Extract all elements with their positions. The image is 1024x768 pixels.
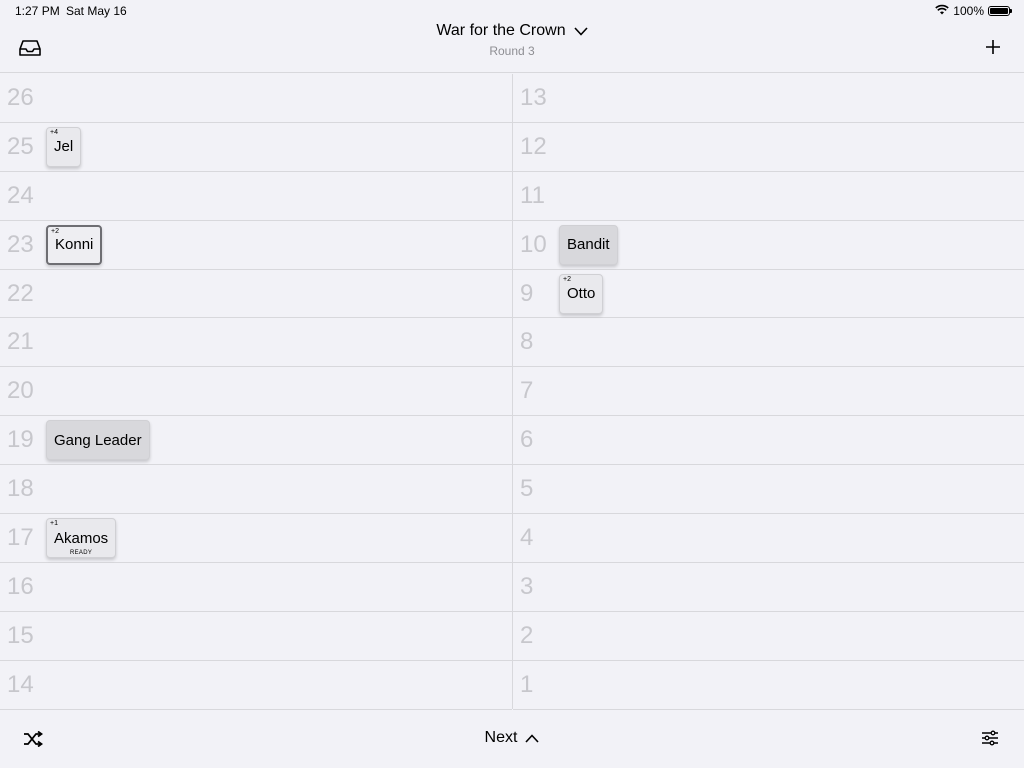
initiative-column-left: 26 25 +4 Jel 24 23 +2 Konni 22 21 20 19 Gang Leader 1… — [0, 74, 512, 710]
next-button[interactable]: Next — [485, 729, 540, 747]
status-right: 100% — [935, 4, 1012, 18]
initiative-row[interactable]: 2 — [513, 612, 1024, 661]
initiative-number: 3 — [520, 572, 534, 600]
initiative-row[interactable]: 9 +2 Otto — [513, 270, 1024, 319]
initiative-row[interactable]: 1 — [513, 661, 1024, 710]
combatant-chip[interactable]: +1 Akamos READY — [46, 518, 117, 559]
initiative-number: 21 — [7, 328, 34, 356]
initiative-row[interactable]: 22 — [0, 270, 512, 319]
encounter-title-button[interactable]: War for the Crown — [0, 22, 1024, 40]
combatant-chip[interactable]: +2 Otto — [559, 273, 604, 314]
initiative-row[interactable]: 8 — [513, 318, 1024, 368]
wifi-icon — [935, 4, 950, 18]
initiative-row[interactable]: 16 — [0, 563, 512, 612]
initiative-row[interactable]: 6 — [513, 416, 1024, 466]
combatant-chip[interactable]: Gang Leader — [46, 420, 150, 461]
initiative-number: 20 — [7, 377, 34, 405]
initiative-number: 25 — [7, 132, 34, 160]
initiative-number: 5 — [520, 475, 534, 503]
initiative-modifier: +2 — [563, 275, 571, 283]
initiative-row[interactable]: 13 — [513, 74, 1024, 123]
battery-icon — [988, 6, 1012, 16]
combatant-status: READY — [70, 550, 93, 557]
initiative-row[interactable]: 24 — [0, 172, 512, 221]
settings-button[interactable] — [980, 728, 1000, 748]
initiative-number: 18 — [7, 475, 34, 503]
initiative-number: 14 — [7, 670, 34, 698]
initiative-column-right: 13 12 11 10 Bandit 9 +2 Otto 8 7 6 5 4 3 2 1 — [512, 74, 1024, 710]
initiative-row[interactable]: 23 +2 Konni — [0, 221, 512, 270]
initiative-row[interactable]: 5 — [513, 465, 1024, 515]
initiative-number: 23 — [7, 230, 34, 258]
initiative-row[interactable]: 7 — [513, 367, 1024, 417]
initiative-number: 17 — [7, 524, 34, 552]
initiative-number: 6 — [520, 426, 534, 454]
next-button-wrap: Next — [0, 729, 1024, 747]
bottom-toolbar: Next — [0, 709, 1024, 768]
initiative-row[interactable]: 25 +4 Jel — [0, 123, 512, 172]
initiative-number: 24 — [7, 181, 34, 209]
add-button[interactable] — [982, 36, 1004, 58]
initiative-number: 19 — [7, 426, 34, 454]
navigation-bar: War for the Crown Round 3 — [0, 22, 1024, 73]
next-label: Next — [484, 729, 518, 746]
initiative-grid: 26 25 +4 Jel 24 23 +2 Konni 22 21 20 19 Gang Leader 1… — [0, 74, 1024, 710]
initiative-row[interactable]: 14 — [0, 661, 512, 710]
initiative-number: 10 — [520, 230, 547, 258]
initiative-modifier: +1 — [50, 520, 58, 528]
initiative-number: 9 — [520, 279, 534, 307]
status-time: 1:27 PM — [15, 4, 60, 18]
initiative-row[interactable]: 18 — [0, 465, 512, 515]
initiative-number: 16 — [7, 572, 34, 600]
initiative-row[interactable]: 20 — [0, 367, 512, 417]
combatant-chip[interactable]: +4 Jel — [46, 126, 82, 167]
initiative-row[interactable]: 19 Gang Leader — [0, 416, 512, 466]
initiative-row[interactable]: 10 Bandit — [513, 221, 1024, 270]
sliders-icon — [982, 730, 998, 746]
initiative-number: 13 — [520, 84, 547, 111]
initiative-row[interactable]: 17 +1 Akamos READY — [0, 514, 512, 563]
page-title: War for the Crown — [436, 22, 566, 39]
combatant-name: Bandit — [567, 236, 610, 254]
initiative-row[interactable]: 21 — [0, 318, 512, 368]
combatant-chip[interactable]: +2 Konni — [46, 224, 103, 265]
round-subtitle: Round 3 — [489, 44, 535, 58]
initiative-row[interactable]: 3 — [513, 563, 1024, 612]
combatant-name: Akamos — [54, 529, 109, 547]
initiative-modifier: +4 — [50, 128, 58, 136]
initiative-row[interactable]: 15 — [0, 612, 512, 661]
combatant-chip[interactable]: Bandit — [559, 224, 618, 265]
initiative-number: 1 — [520, 670, 534, 698]
initiative-number: 2 — [520, 621, 534, 649]
initiative-number: 11 — [520, 181, 545, 209]
status-date: Sat May 16 — [66, 4, 127, 18]
initiative-modifier: +2 — [51, 227, 59, 235]
initiative-row[interactable]: 11 — [513, 172, 1024, 221]
initiative-number: 26 — [7, 84, 34, 111]
initiative-number: 7 — [520, 377, 534, 405]
combatant-name: Jel — [54, 138, 74, 156]
plus-icon — [986, 40, 1000, 54]
initiative-row[interactable]: 12 — [513, 123, 1024, 172]
initiative-number: 15 — [7, 621, 34, 649]
initiative-row[interactable]: 4 — [513, 514, 1024, 563]
combatant-name: Konni — [55, 236, 94, 254]
chevron-up-icon — [525, 733, 540, 743]
combatant-name: Gang Leader — [54, 431, 142, 449]
initiative-row[interactable]: 26 — [0, 74, 512, 123]
initiative-number: 22 — [7, 279, 34, 307]
initiative-number: 4 — [520, 524, 534, 552]
initiative-number: 12 — [520, 132, 547, 160]
status-bar: 1:27 PM Sat May 16 100% — [0, 0, 1024, 22]
battery-percent: 100% — [953, 4, 984, 18]
initiative-number: 8 — [520, 328, 534, 356]
chevron-down-icon — [574, 26, 588, 36]
combatant-name: Otto — [567, 285, 596, 303]
